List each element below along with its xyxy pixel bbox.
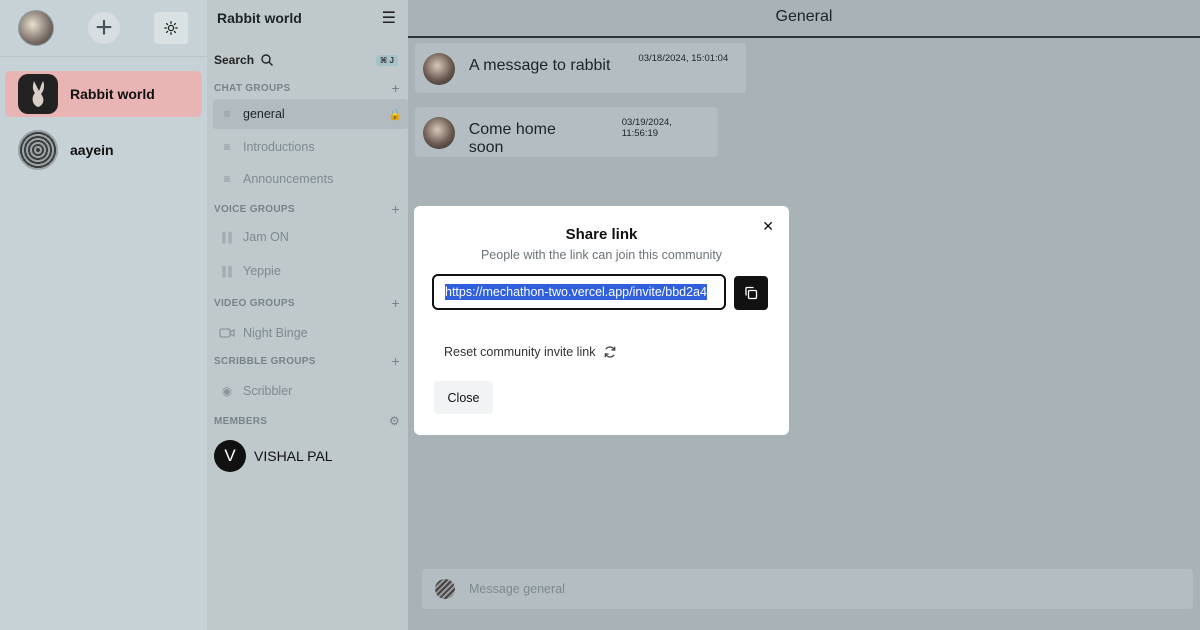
server-name: Rabbit world [70,86,155,102]
composer-placeholder: Message general [469,582,565,596]
channel-label: Introductions [243,140,315,154]
share-link-dialog: ✕ Share link People with the link can jo… [414,206,789,435]
server-item-aayein[interactable]: aayein [5,127,202,173]
message-text: Come home soon [468,121,556,156]
message-avatar [423,117,455,149]
text-channel-icon: ≡ [223,140,231,154]
add-video-group-icon[interactable]: + [392,295,400,311]
menu-icon[interactable]: ☰ [382,8,396,28]
user-avatar[interactable] [18,10,54,46]
channel-sidebar: Rabbit world ☰ Search ⌘ J CHAT GROUPS + … [207,0,408,630]
channel-label: Yeppie [243,264,281,278]
message-timestamp: 03/18/2024, 15:01:04 [638,53,729,64]
add-server-button[interactable]: + [88,12,120,44]
scribble-groups-header: SCRIBBLE GROUPS + [207,352,408,370]
emoji-icon[interactable] [435,579,455,599]
voice-groups-header: VOICE GROUPS + [207,200,408,218]
search-button[interactable]: Search ⌘ J [207,50,408,70]
copy-icon [745,286,758,300]
add-voice-group-icon[interactable]: + [392,201,400,217]
community-title: Rabbit world [217,10,302,26]
invite-link-text: https://mechathon-two.vercel.app/invite/… [445,284,707,300]
rabbit-icon [32,81,45,107]
search-shortcut: ⌘ J [375,54,398,66]
group-header-label: SCRIBBLE GROUPS [214,355,316,367]
channel-general[interactable]: ≡ general 🔒 [213,99,408,129]
message-avatar [423,53,455,85]
group-header-label: VOICE GROUPS [214,203,295,215]
copy-link-button[interactable] [734,276,768,310]
plus-icon: + [95,11,113,44]
add-scribble-group-icon[interactable]: + [392,353,400,369]
dialog-title: Share link [565,226,638,243]
message-composer[interactable]: Message general [422,569,1193,609]
text-channel-icon: ≡ [223,107,231,121]
server-name: aayein [70,142,114,158]
video-icon [219,328,235,338]
channel-title: General [408,0,1200,38]
server-item-rabbit-world[interactable]: Rabbit world [5,71,202,117]
community-header[interactable]: Rabbit world ☰ [207,0,408,36]
close-button[interactable]: Close [434,381,493,414]
server-icon [18,74,58,114]
member-initial: V [224,446,236,465]
channel-announcements[interactable]: ≡ Announcements [207,164,408,194]
channel-scribbler[interactable]: ◉ Scribbler [207,376,408,406]
group-header-label: MEMBERS [214,415,268,427]
audio-wave-icon: ∥∥ [221,264,233,278]
channel-night-binge[interactable]: Night Binge [207,318,408,348]
channel-label: Jam ON [243,230,289,244]
settings-gear-icon[interactable]: ⚙ [389,414,400,428]
reset-invite-link-button[interactable]: Reset community invite link [444,345,617,359]
members-header: MEMBERS ⚙ [207,412,408,430]
channel-label: general [243,107,285,121]
member-item[interactable]: V VISHAL PAL [207,438,408,474]
channel-introductions[interactable]: ≡ Introductions [207,132,408,162]
text-channel-icon: ≡ [223,172,231,186]
refresh-icon [605,346,616,358]
message-timestamp: 03/19/2024, 11:56:19 [621,117,672,139]
reset-label: Reset community invite link [444,345,596,359]
dialog-subtitle: People with the link can join this commu… [480,248,723,262]
sun-icon [164,21,178,35]
channel-label: Announcements [243,172,334,186]
search-icon [261,54,274,66]
search-label: Search [214,53,255,67]
message-text: A message to rabbit [469,57,611,74]
channel-label: Scribbler [243,384,293,398]
member-avatar: V [214,440,246,472]
palette-icon: ◉ [221,384,233,398]
group-header-label: CHAT GROUPS [214,82,291,94]
member-name: VISHAL PAL [254,448,333,464]
add-chat-group-icon[interactable]: + [392,80,400,96]
server-rail: + Rabbit world aayein [0,0,207,630]
channel-yeppie[interactable]: ∥∥ Yeppie [207,256,408,286]
server-avatar [18,130,58,170]
invite-link-field[interactable]: https://mechathon-two.vercel.app/invite/… [432,274,726,310]
video-groups-header: VIDEO GROUPS + [207,294,408,312]
rail-toolbar: + [0,0,207,57]
audio-wave-icon: ∥∥ [221,230,233,244]
group-header-label: VIDEO GROUPS [214,297,295,309]
lock-icon: 🔒 [388,108,402,121]
channel-label: Night Binge [243,326,308,340]
chat-groups-header: CHAT GROUPS + [207,79,408,97]
message-item: Come home soon 03/19/2024, 11:56:19 [415,107,718,157]
message-item: A message to rabbit 03/18/2024, 15:01:04 [415,43,746,93]
channel-jam-on[interactable]: ∥∥ Jam ON [207,222,408,252]
theme-toggle-button[interactable] [154,12,188,44]
